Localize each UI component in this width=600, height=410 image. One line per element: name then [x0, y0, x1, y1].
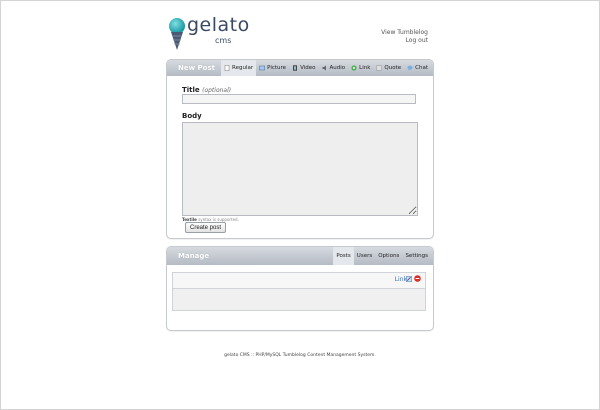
tab-picture-label: Picture — [267, 65, 287, 71]
new-post-panel: New Post Regular Picture Video Audio Lin… — [166, 59, 434, 239]
link-icon — [351, 65, 357, 71]
delete-icon[interactable] — [414, 275, 421, 282]
footer-text: gelato CMS :: PHP/MySQL Tumblelog Conten… — [224, 353, 376, 358]
new-post-title: New Post — [178, 64, 215, 72]
body-textarea[interactable] — [182, 122, 418, 216]
table-row: Link — [173, 273, 425, 289]
manage-header: Manage Posts Users Options Settings — [167, 247, 433, 265]
tab-regular[interactable]: Regular — [221, 60, 257, 76]
speaker-icon — [322, 65, 326, 71]
tab-quote[interactable]: Quote — [373, 60, 404, 76]
posts-table: Link — [172, 272, 426, 311]
title-label-text: Title — [182, 86, 200, 94]
manage-tabs: Posts Users Options Settings — [333, 247, 431, 265]
manage-panel: Manage Posts Users Options Settings Link — [166, 246, 434, 331]
title-input[interactable] — [182, 94, 416, 104]
tab-options[interactable]: Options — [375, 247, 402, 265]
picture-icon — [259, 65, 266, 71]
post-type-tabs: Regular Picture Video Audio Link Quote C… — [221, 60, 431, 76]
top-links: View Tumblelog Log out — [381, 29, 428, 45]
new-post-header: New Post Regular Picture Video Audio Lin… — [167, 60, 433, 76]
tab-video[interactable]: Video — [289, 60, 318, 76]
gelato-logo[interactable]: gelato cms — [168, 14, 250, 54]
tab-picture[interactable]: Picture — [256, 60, 289, 76]
page-icon — [224, 65, 230, 71]
tab-link-label: Link — [359, 65, 371, 71]
view-tumblelog-link[interactable]: View Tumblelog — [381, 29, 428, 37]
edit-icon[interactable] — [406, 276, 412, 282]
title-optional-hint: (optional) — [202, 87, 232, 94]
chat-icon — [407, 65, 413, 71]
logout-link[interactable]: Log out — [381, 37, 428, 45]
tab-regular-label: Regular — [232, 65, 254, 71]
logo-text: gelato — [187, 14, 250, 36]
tab-users[interactable]: Users — [354, 247, 375, 265]
film-icon — [293, 65, 298, 71]
create-post-button[interactable]: Create post — [185, 222, 227, 233]
tab-chat-label: Chat — [415, 65, 428, 71]
tab-quote-label: Quote — [384, 65, 402, 71]
title-label: Title (optional) — [182, 86, 231, 94]
tab-audio-label: Audio — [329, 65, 346, 71]
tab-video-label: Video — [300, 65, 316, 71]
ice-cream-icon — [169, 18, 185, 50]
body-label: Body — [182, 112, 202, 120]
tab-link[interactable]: Link — [348, 60, 373, 76]
tab-settings[interactable]: Settings — [402, 247, 431, 265]
manage-title: Manage — [178, 252, 210, 260]
quote-icon — [376, 65, 383, 71]
logo-subtitle: cms — [215, 36, 232, 45]
tab-audio[interactable]: Audio — [319, 60, 349, 76]
tab-chat[interactable]: Chat — [404, 60, 431, 76]
tab-posts[interactable]: Posts — [333, 247, 354, 265]
